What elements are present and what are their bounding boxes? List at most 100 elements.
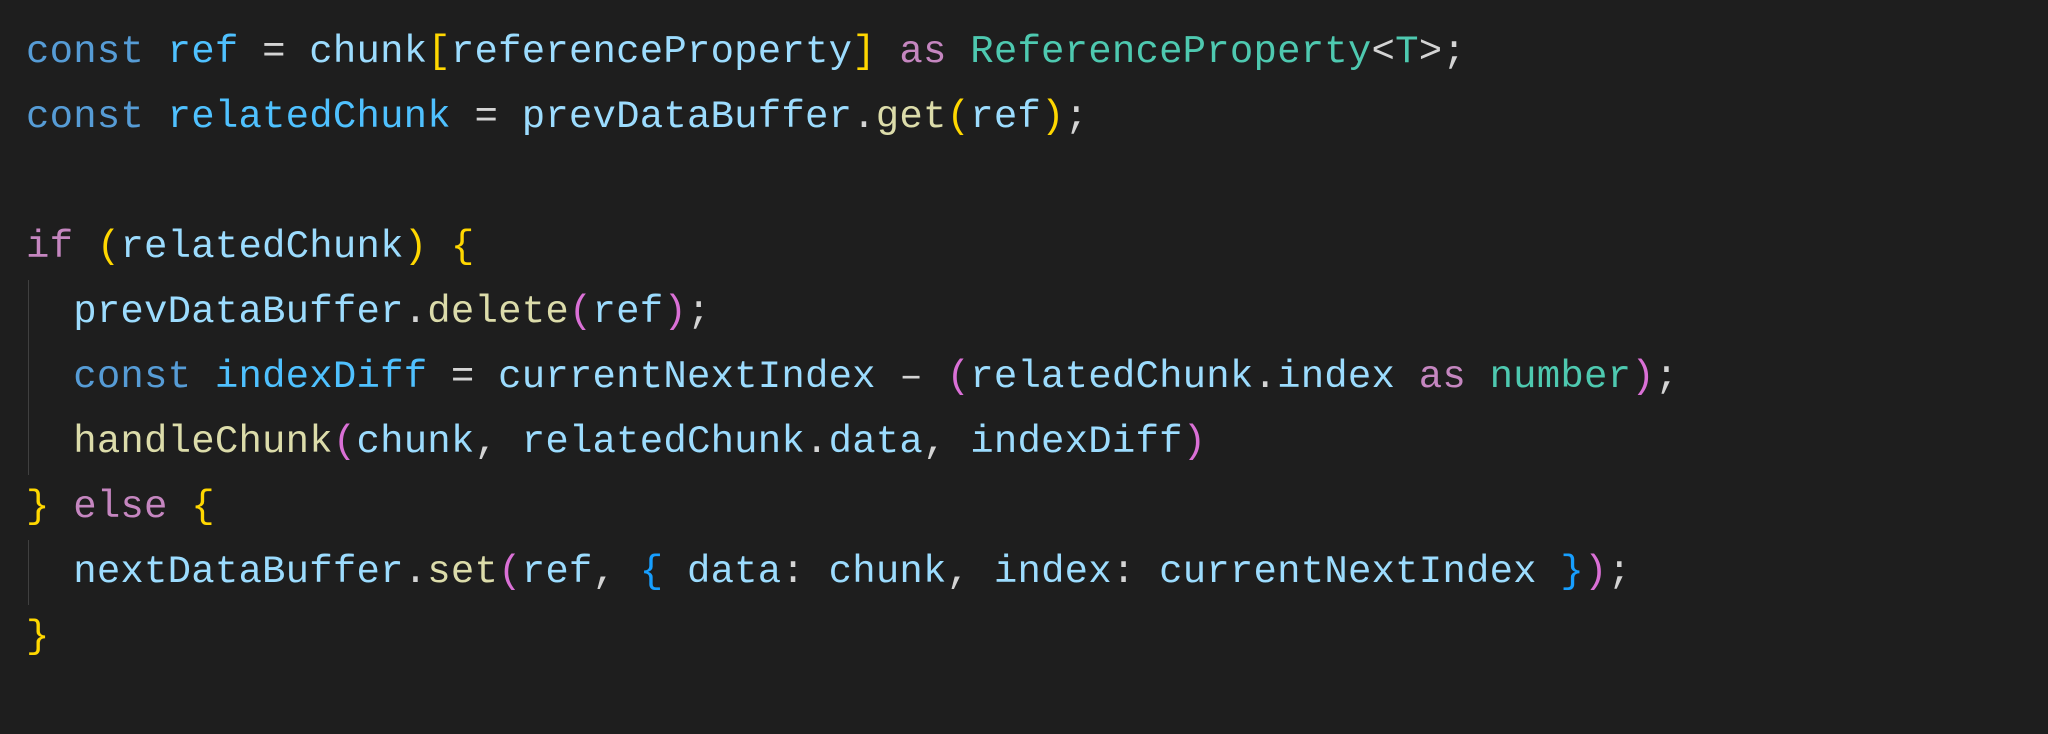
code-token: ) <box>1183 420 1207 464</box>
code-token <box>663 550 687 594</box>
code-token: . <box>404 550 428 594</box>
code-token: prevDataBuffer <box>522 95 852 139</box>
code-token: ) <box>404 225 428 269</box>
code-token: } <box>26 485 50 529</box>
code-token: ( <box>947 95 971 139</box>
code-token: ( <box>569 290 593 334</box>
code-token <box>498 95 522 139</box>
code-token: ref <box>593 290 664 334</box>
code-token: relatedChunk <box>120 225 403 269</box>
code-token: { <box>640 550 664 594</box>
code-token <box>1136 550 1160 594</box>
code-token: referenceProperty <box>451 30 852 74</box>
code-token <box>616 550 640 594</box>
code-line[interactable]: const relatedChunk = prevDataBuffer.get(… <box>26 85 2048 150</box>
code-token: prevDataBuffer <box>73 290 403 334</box>
code-token: else <box>73 485 167 529</box>
code-line[interactable]: prevDataBuffer.delete(ref); <box>26 280 2048 345</box>
code-token: chunk <box>356 420 474 464</box>
code-token <box>876 355 900 399</box>
code-token <box>50 485 74 529</box>
code-token <box>451 95 475 139</box>
code-token: delete <box>427 290 569 334</box>
code-token <box>427 225 451 269</box>
code-line[interactable]: const ref = chunk[referenceProperty] as … <box>26 20 2048 85</box>
code-line[interactable]: if (relatedChunk) { <box>26 215 2048 280</box>
code-token: . <box>852 95 876 139</box>
indent-whitespace <box>26 420 73 464</box>
code-editor-viewport[interactable]: const ref = chunk[referenceProperty] as … <box>0 0 2048 670</box>
code-token <box>498 420 522 464</box>
code-token: index <box>994 550 1112 594</box>
code-token <box>805 550 829 594</box>
code-token <box>427 355 451 399</box>
code-token <box>970 550 994 594</box>
code-token: as <box>1419 355 1466 399</box>
code-line[interactable]: } else { <box>26 475 2048 540</box>
code-token <box>286 30 310 74</box>
code-token <box>475 355 499 399</box>
code-token: { <box>191 485 215 529</box>
code-token: data <box>687 550 781 594</box>
code-token: [ <box>427 30 451 74</box>
code-line[interactable]: nextDataBuffer.set(ref, { data: chunk, i… <box>26 540 2048 605</box>
code-token <box>1537 550 1561 594</box>
code-token: ; <box>1655 355 1679 399</box>
code-token <box>144 30 168 74</box>
code-token: : <box>781 550 805 594</box>
code-token: – <box>899 355 923 399</box>
code-token: relatedChunk <box>168 95 451 139</box>
code-token: const <box>73 355 191 399</box>
code-token: : <box>1112 550 1136 594</box>
code-line[interactable]: handleChunk(chunk, relatedChunk.data, in… <box>26 410 2048 475</box>
code-token: ref <box>168 30 239 74</box>
code-line[interactable] <box>26 150 2048 215</box>
code-token: as <box>899 30 946 74</box>
code-token <box>144 95 168 139</box>
code-token: index <box>1277 355 1395 399</box>
code-token <box>73 225 97 269</box>
code-token: ) <box>1584 550 1608 594</box>
code-token: chunk <box>829 550 947 594</box>
code-token: data <box>829 420 923 464</box>
code-token: ref <box>970 95 1041 139</box>
code-token: , <box>475 420 499 464</box>
code-token: get <box>876 95 947 139</box>
code-token: ReferenceProperty <box>970 30 1371 74</box>
code-token: relatedChunk <box>970 355 1253 399</box>
code-line[interactable]: } <box>26 605 2048 670</box>
code-token <box>1466 355 1490 399</box>
code-token: = <box>262 30 286 74</box>
code-token: const <box>26 95 144 139</box>
indent-whitespace <box>26 290 73 334</box>
code-token <box>876 30 900 74</box>
code-token: set <box>427 550 498 594</box>
code-token <box>947 420 971 464</box>
code-token: number <box>1490 355 1632 399</box>
code-token: ) <box>663 290 687 334</box>
code-token: ; <box>687 290 711 334</box>
code-token: chunk <box>309 30 427 74</box>
code-token: indexDiff <box>215 355 427 399</box>
code-token: nextDataBuffer <box>73 550 403 594</box>
code-token: ; <box>1442 30 1466 74</box>
code-line[interactable]: const indexDiff = currentNextIndex – (re… <box>26 345 2048 410</box>
code-token: if <box>26 225 73 269</box>
code-token <box>1395 355 1419 399</box>
code-token: , <box>593 550 617 594</box>
code-token <box>923 355 947 399</box>
code-token: currentNextIndex <box>1159 550 1537 594</box>
code-token: ( <box>97 225 121 269</box>
indent-whitespace <box>26 550 73 594</box>
code-token: T <box>1395 30 1419 74</box>
code-token: . <box>404 290 428 334</box>
code-token: ) <box>1631 355 1655 399</box>
code-token: . <box>805 420 829 464</box>
code-token: , <box>947 550 971 594</box>
code-token: , <box>923 420 947 464</box>
code-token: indexDiff <box>970 420 1182 464</box>
indent-whitespace <box>26 355 73 399</box>
code-token: > <box>1419 30 1443 74</box>
code-token: ( <box>498 550 522 594</box>
code-token: ( <box>947 355 971 399</box>
